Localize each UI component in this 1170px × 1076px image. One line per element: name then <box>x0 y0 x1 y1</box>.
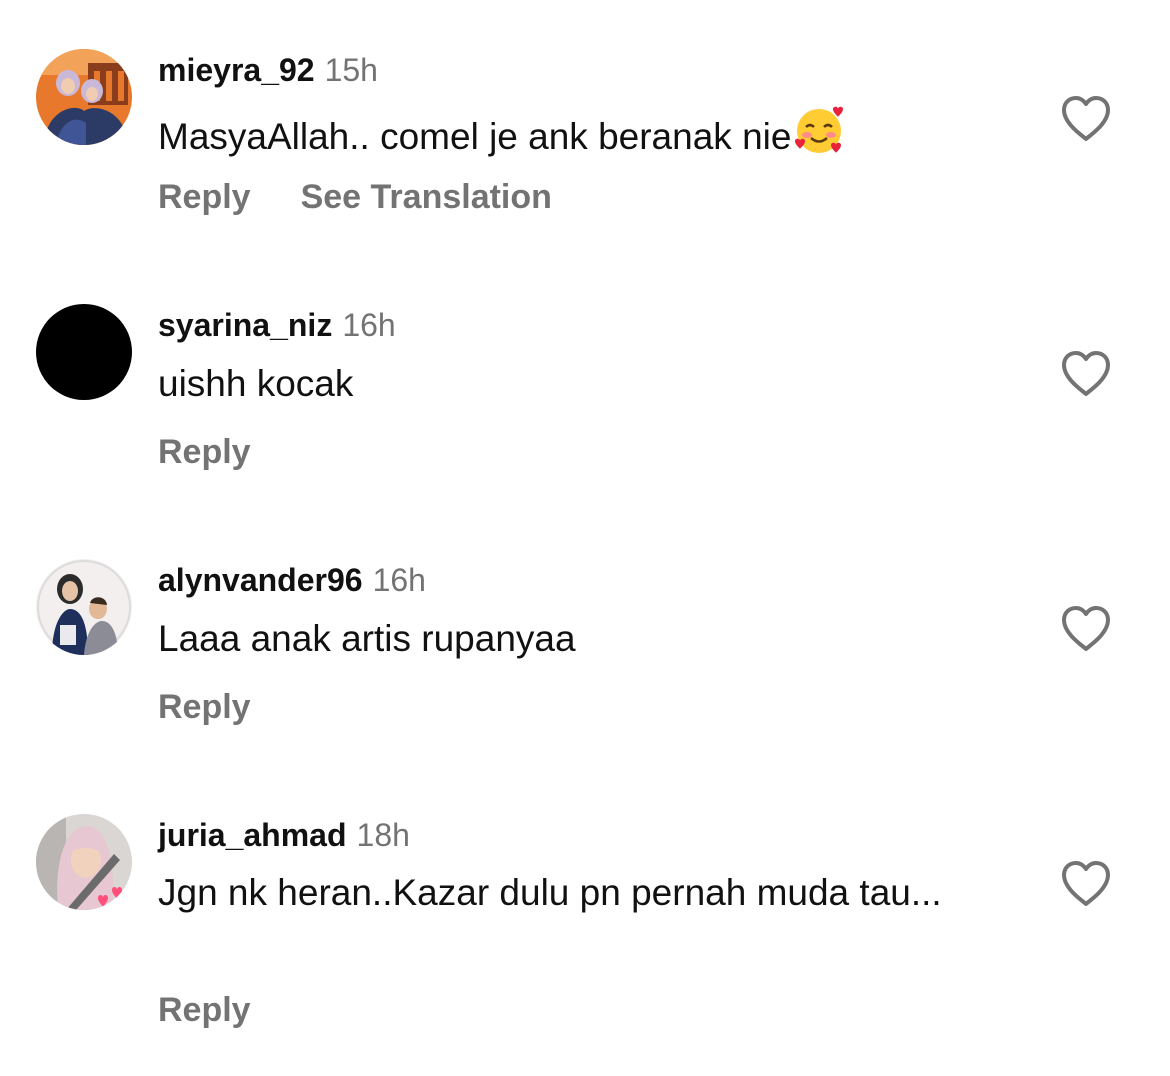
avatar[interactable] <box>36 304 132 400</box>
timestamp: 18h <box>356 817 410 853</box>
comment-meta: alynvander96 16h <box>158 560 426 600</box>
comment-body: Jgn nk heran..Kazar dulu pn pernah muda … <box>158 872 942 913</box>
heart-outline-icon[interactable] <box>1060 605 1112 653</box>
comment-meta: syarina_niz 16h <box>158 305 396 345</box>
heart-outline-icon[interactable] <box>1060 350 1112 398</box>
avatar-photo <box>36 814 132 910</box>
avatar[interactable] <box>36 559 132 655</box>
avatar[interactable] <box>36 49 132 145</box>
heart-outline-icon[interactable] <box>1060 860 1112 908</box>
comment-actions: Reply <box>158 430 251 474</box>
comment-actions: Reply <box>158 685 251 729</box>
timestamp: 16h <box>342 307 396 343</box>
avatar-photo <box>36 559 132 655</box>
comment-text: Laaa anak artis rupanyaa <box>158 615 1008 663</box>
username[interactable]: mieyra_92 <box>158 52 315 88</box>
comment-meta: mieyra_92 15h <box>158 50 378 90</box>
comment-text: uishh kocak <box>158 360 1008 408</box>
comment-body: MasyaAllah.. comel je ank beranak nie <box>158 116 792 157</box>
comment-text: Jgn nk heran..Kazar dulu pn pernah muda … <box>158 869 1008 917</box>
heart-outline-icon[interactable] <box>1060 95 1112 143</box>
smiling-face-with-hearts-icon <box>793 105 845 169</box>
reply-button[interactable]: Reply <box>158 178 251 216</box>
username[interactable]: juria_ahmad <box>158 817 347 853</box>
avatar-photo <box>36 304 132 400</box>
avatar-photo <box>36 49 132 145</box>
comment-body: Laaa anak artis rupanyaa <box>158 618 576 659</box>
username[interactable]: syarina_niz <box>158 307 332 343</box>
timestamp: 16h <box>372 562 426 598</box>
comment-actions: Reply See Translation <box>158 175 552 219</box>
username[interactable]: alynvander96 <box>158 562 363 598</box>
avatar[interactable] <box>36 814 132 910</box>
reply-button[interactable]: Reply <box>158 991 251 1029</box>
comment-text: MasyaAllah.. comel je ank beranak nie <box>158 105 1008 169</box>
timestamp: 15h <box>324 52 378 88</box>
see-translation-button[interactable]: See Translation <box>301 178 552 216</box>
reply-button[interactable]: Reply <box>158 688 251 726</box>
comment-body: uishh kocak <box>158 363 354 404</box>
comment-actions: Reply <box>158 988 251 1032</box>
reply-button[interactable]: Reply <box>158 433 251 471</box>
comment-meta: juria_ahmad 18h <box>158 815 410 855</box>
